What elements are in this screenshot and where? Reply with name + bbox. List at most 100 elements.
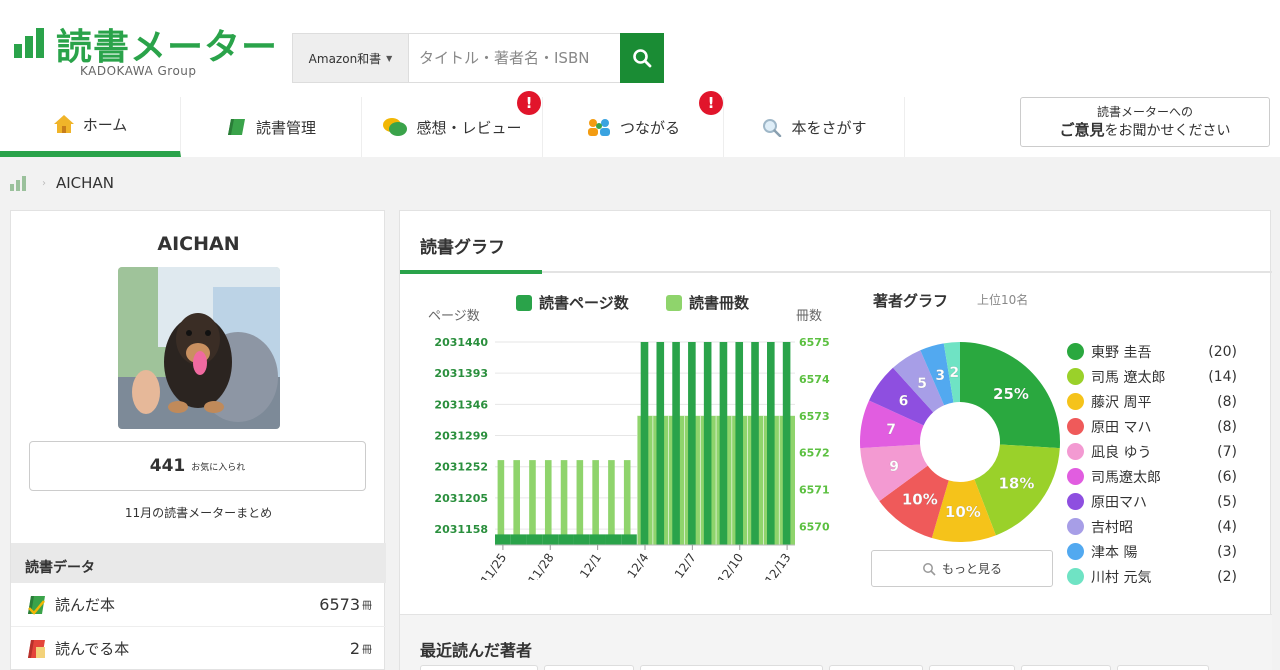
author-count: (3) — [1217, 543, 1237, 560]
books-bar — [576, 460, 584, 545]
search-icon — [633, 49, 652, 68]
right-tick-label: 6574 — [799, 373, 830, 386]
pages-bar — [573, 534, 590, 545]
author-name: 藤沢 周平 — [1091, 394, 1152, 411]
legend-books-label: 読書冊数 — [689, 294, 750, 312]
right-tick-label: 6573 — [799, 410, 830, 423]
search-scope-label: Amazon和書 — [308, 51, 382, 66]
author-count: (14) — [1208, 368, 1237, 385]
pages-bar — [719, 342, 728, 545]
pages-bar — [495, 534, 511, 545]
author-list-item[interactable]: 東野 圭吾 (20) — [1067, 339, 1237, 364]
author-name: 司馬遼太郎 — [1091, 469, 1161, 486]
author-list-item[interactable]: 吉村昭 (4) — [1067, 514, 1237, 539]
slice-label: 5 — [917, 376, 927, 392]
books-bar — [529, 460, 536, 545]
header: 読書メーター KADOKAWA Group Amazon和書 ▼ ホーム — [0, 0, 1280, 157]
recent-author-chip[interactable] — [420, 665, 538, 670]
nav-find-books[interactable]: 本をさがす — [724, 97, 905, 157]
pages-bar — [510, 534, 527, 545]
slice-label: 6 — [899, 394, 909, 410]
read-book-icon — [28, 595, 45, 615]
legend-pages-label: 読書ページ数 — [539, 294, 629, 312]
nav-connect[interactable]: つながる ! — [543, 91, 724, 157]
author-name: 司馬 遼太郎 — [1091, 369, 1166, 386]
books-bar — [560, 460, 568, 545]
left-tick-label: 2031440 — [434, 336, 488, 349]
read-books-label: 読んだ本 — [55, 596, 116, 614]
monthly-summary-link[interactable]: 11月の読書メーターまとめ — [11, 504, 386, 521]
author-list-item[interactable]: 原田マハ (5) — [1067, 489, 1237, 514]
author-name: 凪良 ゆう — [1091, 444, 1152, 461]
favorites-box[interactable]: 441 お気に入られ — [29, 441, 366, 491]
nav-book-management[interactable]: 読書管理 — [181, 97, 362, 157]
pages-bar — [640, 342, 649, 545]
read-books-unit: 冊 — [362, 601, 372, 612]
reading-bar-chart: 2031440 2031393 2031346 2031299 2031252 20312… — [434, 336, 830, 580]
author-list-item[interactable]: 凪良 ゆう (7) — [1067, 439, 1237, 464]
feedback-button[interactable]: 読書メーターへの ご意見をお聞かせください — [1020, 97, 1270, 147]
slice-label: 18% — [999, 474, 1035, 492]
more-authors-button[interactable]: もっと見る — [871, 550, 1053, 587]
author-name: 東野 圭吾 — [1091, 344, 1152, 361]
author-list-item[interactable]: 藤沢 周平 (8) — [1067, 389, 1237, 414]
avatar[interactable] — [118, 267, 280, 429]
author-list-item[interactable]: 川村 元気 (2) — [1067, 564, 1237, 589]
nav-find-books-label: 本をさがす — [791, 118, 867, 137]
chat-icon — [383, 118, 408, 136]
reading-books-label: 読んでる本 — [55, 640, 130, 658]
author-name: 川村 元気 — [1091, 569, 1152, 586]
recent-author-chip[interactable] — [829, 665, 923, 670]
feedback-line1: 読書メーターへの — [1096, 105, 1193, 119]
search-scope-select[interactable]: Amazon和書 ▼ — [292, 33, 408, 83]
recent-author-chip[interactable] — [640, 665, 823, 670]
author-graph-subtitle: 上位10名 — [977, 293, 1029, 307]
author-list-item[interactable]: 原田 マハ (8) — [1067, 414, 1237, 439]
slice-label: 9 — [889, 459, 899, 475]
search-button[interactable] — [620, 33, 664, 83]
pages-bar — [735, 342, 744, 545]
left-tick-label: 2031393 — [434, 367, 488, 380]
author-list: 東野 圭吾 (20) 司馬 遼太郎 (14) 藤沢 周平 (8) 原田 マハ (8) 凪良 ゆう… — [1067, 339, 1237, 589]
nav-reviews[interactable]: 感想・レビュー ! — [362, 91, 543, 157]
pages-bar — [526, 534, 543, 545]
home-icon — [53, 115, 74, 133]
author-count: (6) — [1217, 468, 1237, 485]
author-graph-title: 著者グラフ — [873, 292, 949, 310]
left-axis-unit: ページ数 — [428, 309, 480, 324]
pages-bar — [672, 342, 680, 545]
legend-dot — [1067, 543, 1084, 560]
x-tick-label: 12/13 — [762, 551, 793, 580]
read-books-row[interactable]: 読んだ本 6573 冊 — [11, 583, 386, 627]
author-list-item[interactable]: 司馬遼太郎 (6) — [1067, 464, 1237, 489]
nav-home-label: ホーム — [82, 115, 128, 134]
book-icon — [227, 119, 245, 135]
notification-badge: ! — [699, 91, 723, 115]
recent-author-chip[interactable] — [544, 665, 634, 670]
pages-bar — [767, 342, 775, 545]
search-input[interactable] — [408, 33, 620, 83]
pages-bar — [656, 342, 665, 545]
author-list-item[interactable]: 司馬 遼太郎 (14) — [1067, 364, 1237, 389]
legend-dot — [1067, 343, 1084, 360]
recent-author-chip[interactable] — [1117, 665, 1209, 670]
home-bars-icon[interactable] — [10, 175, 32, 191]
reading-books-row[interactable]: 読んでる本 2 冊 — [11, 627, 386, 670]
right-tick-label: 6575 — [799, 336, 830, 349]
tab-reading-graph[interactable]: 読書グラフ — [420, 233, 505, 258]
reading-book-icon — [28, 639, 45, 658]
more-authors-label: もっと見る — [941, 562, 1002, 576]
legend-dot — [1067, 393, 1084, 410]
nav-home[interactable]: ホーム — [0, 97, 181, 157]
pages-bar — [751, 342, 759, 545]
recent-author-chip[interactable] — [929, 665, 1015, 670]
pages-bar — [621, 534, 638, 545]
books-bar — [592, 460, 599, 545]
author-count: (4) — [1217, 518, 1237, 535]
pages-bar — [605, 534, 622, 545]
legend-swatch — [516, 294, 532, 311]
slice-label: 3 — [935, 368, 945, 384]
books-bar — [623, 460, 631, 545]
author-list-item[interactable]: 津本 陽 (3) — [1067, 539, 1237, 564]
recent-author-chip[interactable] — [1021, 665, 1111, 670]
